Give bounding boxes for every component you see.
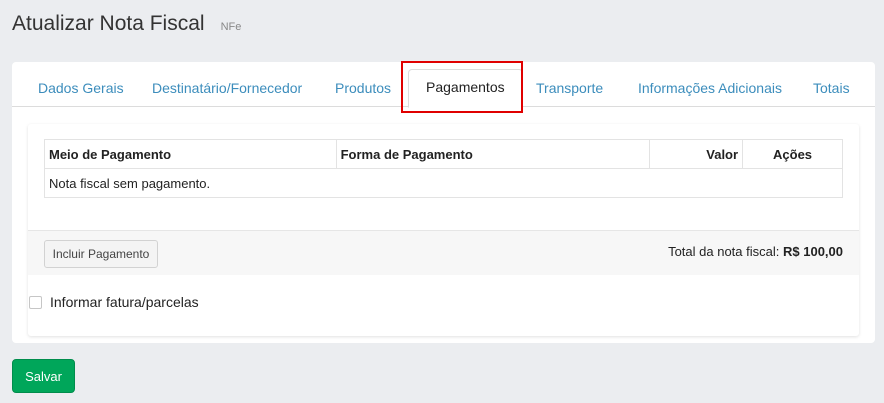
tab-transporte[interactable]: Transporte	[536, 74, 603, 108]
page-title: Atualizar Nota Fiscal	[12, 12, 205, 35]
column-meio-de-pagamento: Meio de Pagamento	[44, 139, 337, 169]
tab-produtos[interactable]: Produtos	[335, 74, 391, 108]
page-header: Atualizar Nota Fiscal NFe	[12, 12, 241, 36]
tab-totais[interactable]: Totais	[813, 74, 850, 108]
invoice-total: Total da nota fiscal: R$ 100,00	[668, 244, 843, 259]
tab-informacoes-adicionais[interactable]: Informações Adicionais	[638, 74, 782, 108]
table-header-row: Meio de Pagamento Forma de Pagamento Val…	[44, 139, 843, 169]
column-forma-de-pagamento: Forma de Pagamento	[335, 139, 651, 169]
tab-bar: Dados Gerais Destinatário/Fornecedor Pro…	[12, 62, 875, 108]
column-valor: Valor	[649, 139, 744, 169]
tab-pagamentos[interactable]: Pagamentos	[408, 69, 523, 108]
save-button[interactable]: Salvar	[12, 359, 75, 393]
invoice-installments-option[interactable]: Informar fatura/parcelas	[29, 294, 199, 310]
column-acoes: Ações	[742, 139, 843, 169]
tab-dados-gerais[interactable]: Dados Gerais	[38, 74, 124, 108]
payments-table: Meio de Pagamento Forma de Pagamento Val…	[44, 139, 843, 198]
invoice-installments-checkbox[interactable]	[29, 295, 42, 309]
invoice-total-label: Total da nota fiscal:	[668, 244, 780, 259]
form-card: Dados Gerais Destinatário/Fornecedor Pro…	[12, 61, 875, 343]
tab-destinatario-fornecedor[interactable]: Destinatário/Fornecedor	[152, 74, 302, 108]
page-subtitle: NFe	[220, 21, 242, 33]
invoice-total-value: R$ 100,00	[783, 244, 843, 259]
include-payment-button[interactable]: Incluir Pagamento	[44, 240, 158, 268]
table-row: Nota fiscal sem pagamento.	[44, 168, 843, 198]
empty-table-message: Nota fiscal sem pagamento.	[44, 168, 843, 198]
payments-panel-footer: Incluir Pagamento Total da nota fiscal: …	[28, 230, 859, 275]
invoice-installments-label: Informar fatura/parcelas	[50, 294, 199, 310]
